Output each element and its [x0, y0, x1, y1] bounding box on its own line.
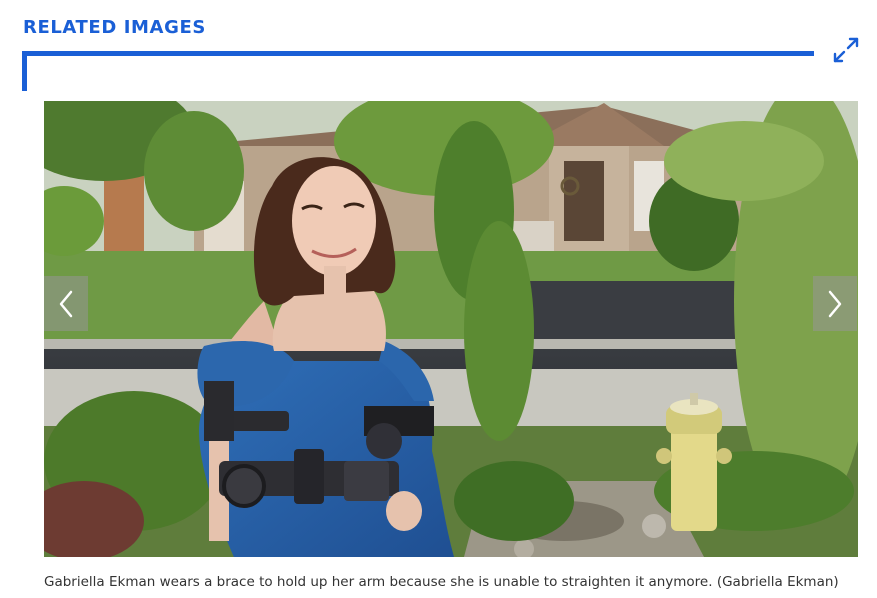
gallery-image[interactable] [44, 101, 858, 557]
expand-arrows-icon [833, 37, 859, 63]
chevron-right-icon [828, 290, 842, 317]
title-divider-accent [22, 51, 27, 91]
previous-image-button[interactable] [44, 276, 88, 331]
chevron-left-icon [59, 290, 73, 317]
image-caption: Gabriella Ekman wears a brace to hold up… [44, 574, 839, 590]
expand-button[interactable] [831, 35, 861, 65]
next-image-button[interactable] [813, 276, 857, 331]
section-title: RELATED IMAGES [23, 17, 206, 38]
title-divider [22, 51, 814, 56]
gallery-photo [44, 101, 858, 557]
